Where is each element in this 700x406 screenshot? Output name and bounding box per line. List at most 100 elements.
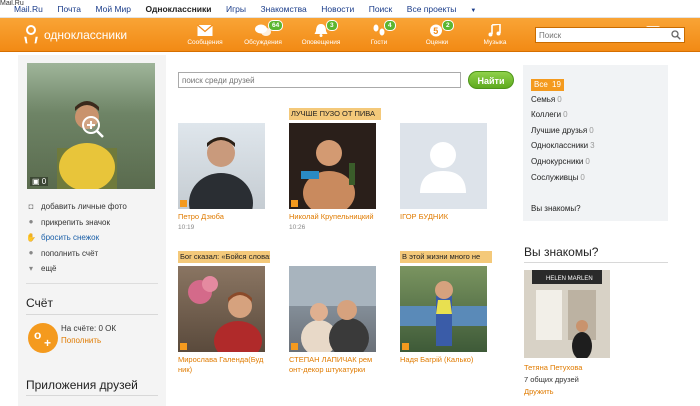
friend-photo[interactable] xyxy=(289,266,376,352)
group-all-count: 19 xyxy=(552,80,561,89)
portal-link-games[interactable]: Игры xyxy=(226,4,246,14)
nav-music[interactable]: Музыка xyxy=(466,18,524,52)
site-logo[interactable]: одноклассники xyxy=(22,25,127,45)
friends-search-box xyxy=(178,72,461,88)
portal-link-all-projects[interactable]: Все проекты ▼ xyxy=(407,4,489,14)
nav-messages[interactable]: Сообщения xyxy=(176,18,234,52)
friend-status: ЛУЧШЕ ПУЗО ОТ ПИВА xyxy=(289,108,381,120)
nav-discussions[interactable]: 64 Обсуждения xyxy=(234,18,292,52)
friend-name[interactable]: ІГОР БУДНИК xyxy=(400,212,492,222)
action-throw-snowball[interactable]: ✋ бросить снежок xyxy=(26,230,127,246)
header-nav: Сообщения 64 Обсуждения 3 Оповещения 4 Г… xyxy=(176,18,660,52)
search-icon[interactable] xyxy=(671,30,681,40)
suggest-title: Вы знакомы? xyxy=(524,245,599,259)
portal-link-news[interactable]: Новости xyxy=(321,4,354,14)
action-add-photo-label: добавить личные фото xyxy=(41,202,127,212)
suggest-name[interactable]: Тетяна Петухова xyxy=(524,363,582,372)
group-best-friends[interactable]: Лучшие друзья 0 xyxy=(531,126,595,142)
action-more[interactable]: ▾ ещё xyxy=(26,261,127,277)
action-add-photo[interactable]: ◘ добавить личные фото xyxy=(26,199,127,215)
nav-guests-label: Гости xyxy=(370,39,388,46)
friend-name[interactable]: Петро Дзюба xyxy=(178,212,270,222)
group-coworkers[interactable]: Сослуживцы 0 xyxy=(531,173,595,189)
friends-search-input[interactable] xyxy=(179,73,460,87)
ok-coin-icon: o + xyxy=(28,323,58,353)
group-colleagues[interactable]: Коллеги 0 xyxy=(531,110,595,126)
group-coursemates[interactable]: Однокурсники 0 xyxy=(531,157,595,173)
friend-card: Бог сказал: «Бойся слова» Мирослава Гале… xyxy=(178,251,270,375)
friend-name[interactable]: Николай Крупельницкий xyxy=(289,212,381,222)
nav-notifications[interactable]: 3 Оповещения xyxy=(292,18,350,52)
friend-name[interactable]: Мирослава Галенда(Буд xyxy=(178,355,270,365)
notifications-badge: 3 xyxy=(326,20,338,31)
discussions-badge: 64 xyxy=(268,20,284,31)
all-projects-label: Все проекты xyxy=(406,4,457,14)
profile-actions: ◘ добавить личные фото ● прикрепить значок… xyxy=(26,199,127,277)
friend-photo[interactable] xyxy=(289,123,376,209)
action-top-up-label: пополнить счёт xyxy=(41,248,99,258)
friend-photo[interactable] xyxy=(178,123,265,209)
groups-know-link[interactable]: Вы знакомы? xyxy=(531,204,581,213)
friend-card: Петро Дзюба 10:19 xyxy=(178,108,270,231)
friend-time: 10:19 xyxy=(178,224,195,231)
add-friend-link[interactable]: Дружить xyxy=(524,387,554,396)
group-coursemates-label: Однокурсники xyxy=(531,156,584,166)
friend-name-cont[interactable]: онт-декор штукатурки xyxy=(289,365,381,375)
find-button[interactable]: Найти xyxy=(468,71,514,89)
nav-ratings-label: Оценки xyxy=(425,39,449,46)
ratings-badge: 2 xyxy=(442,20,454,31)
portal-link-dating[interactable]: Знакомства xyxy=(261,4,307,14)
account-top-up-link[interactable]: Пополнить xyxy=(61,336,101,345)
group-classmates[interactable]: Одноклассники 3 xyxy=(531,141,595,157)
zoom-icon xyxy=(82,116,104,138)
friend-photo[interactable] xyxy=(178,266,265,352)
nav-guests[interactable]: 4 Гости xyxy=(350,18,408,52)
action-more-label: ещё xyxy=(41,264,57,274)
friend-photo[interactable] xyxy=(400,266,487,352)
music-note-icon xyxy=(488,24,501,37)
friends-panel: Найти Петро Дзюба 10:19 ЛУЧШЕ ПУЗО ОТ ПИ… xyxy=(170,55,514,406)
header-search-input[interactable] xyxy=(536,28,666,42)
portal-link-my-world[interactable]: Мой Мир xyxy=(95,4,131,14)
friend-name[interactable]: Надя Багрій (Калько) xyxy=(400,355,492,365)
chevron-down-icon: ▾ xyxy=(28,263,33,273)
avatar-placeholder-icon xyxy=(420,142,466,193)
online-flag-icon xyxy=(180,200,187,207)
profile-photo[interactable]: ▣ 0 xyxy=(27,63,155,189)
action-throw-snowball-label: бросить снежок xyxy=(41,233,100,243)
action-attach-badge[interactable]: ● прикрепить значок xyxy=(26,215,127,231)
action-top-up[interactable]: ● пополнить счёт xyxy=(26,246,127,262)
divider xyxy=(26,395,158,396)
portal-link-mail[interactable]: Почта xyxy=(57,4,81,14)
chevron-down-icon: ▼ xyxy=(470,8,477,14)
friend-status: Бог сказал: «Бойся слова» xyxy=(178,251,270,263)
group-all[interactable]: Все 19 xyxy=(531,79,564,91)
friends-apps-title: Приложения друзей xyxy=(26,378,138,392)
photo-count-value: 0 xyxy=(41,177,47,186)
friend-name[interactable]: СТЕПАН ЛАПИЧАК рем xyxy=(289,355,381,365)
friend-time: 10:26 xyxy=(289,224,306,231)
portal-link-odnoklassniki[interactable]: Одноклассники xyxy=(146,4,212,14)
friend-name-cont[interactable]: ник) xyxy=(178,365,270,375)
svg-text:5: 5 xyxy=(433,26,438,36)
nav-ratings[interactable]: 5 2 Оценки xyxy=(408,18,466,52)
friend-photo[interactable] xyxy=(400,123,487,209)
group-all-label: Все xyxy=(534,80,548,89)
camera-icon: ◘ xyxy=(28,201,34,211)
photo-count: ▣ 0 xyxy=(30,177,49,186)
sign-text: HELEN MARLEN xyxy=(546,276,593,282)
group-coworkers-label: Сослуживцы xyxy=(531,172,579,182)
group-family[interactable]: Семья 0 xyxy=(531,95,595,111)
friend-card: СТЕПАН ЛАПИЧАК рем онт-декор штукатурки xyxy=(289,251,381,375)
suggest-photo[interactable]: HELEN MARLEN xyxy=(524,270,610,358)
left-sidebar: ▣ 0 ◘ добавить личные фото ● прикрепить зн… xyxy=(18,55,166,406)
divider xyxy=(524,262,668,263)
friend-portrait-icon xyxy=(189,137,253,209)
action-attach-badge-label: прикрепить значок xyxy=(41,217,110,227)
divider xyxy=(26,283,158,284)
group-family-count: 0 xyxy=(557,94,562,104)
group-family-label: Семья xyxy=(531,94,556,104)
group-coursemates-count: 0 xyxy=(585,156,590,166)
nav-messages-label: Сообщения xyxy=(187,39,223,46)
portal-link-search[interactable]: Поиск xyxy=(369,4,393,14)
